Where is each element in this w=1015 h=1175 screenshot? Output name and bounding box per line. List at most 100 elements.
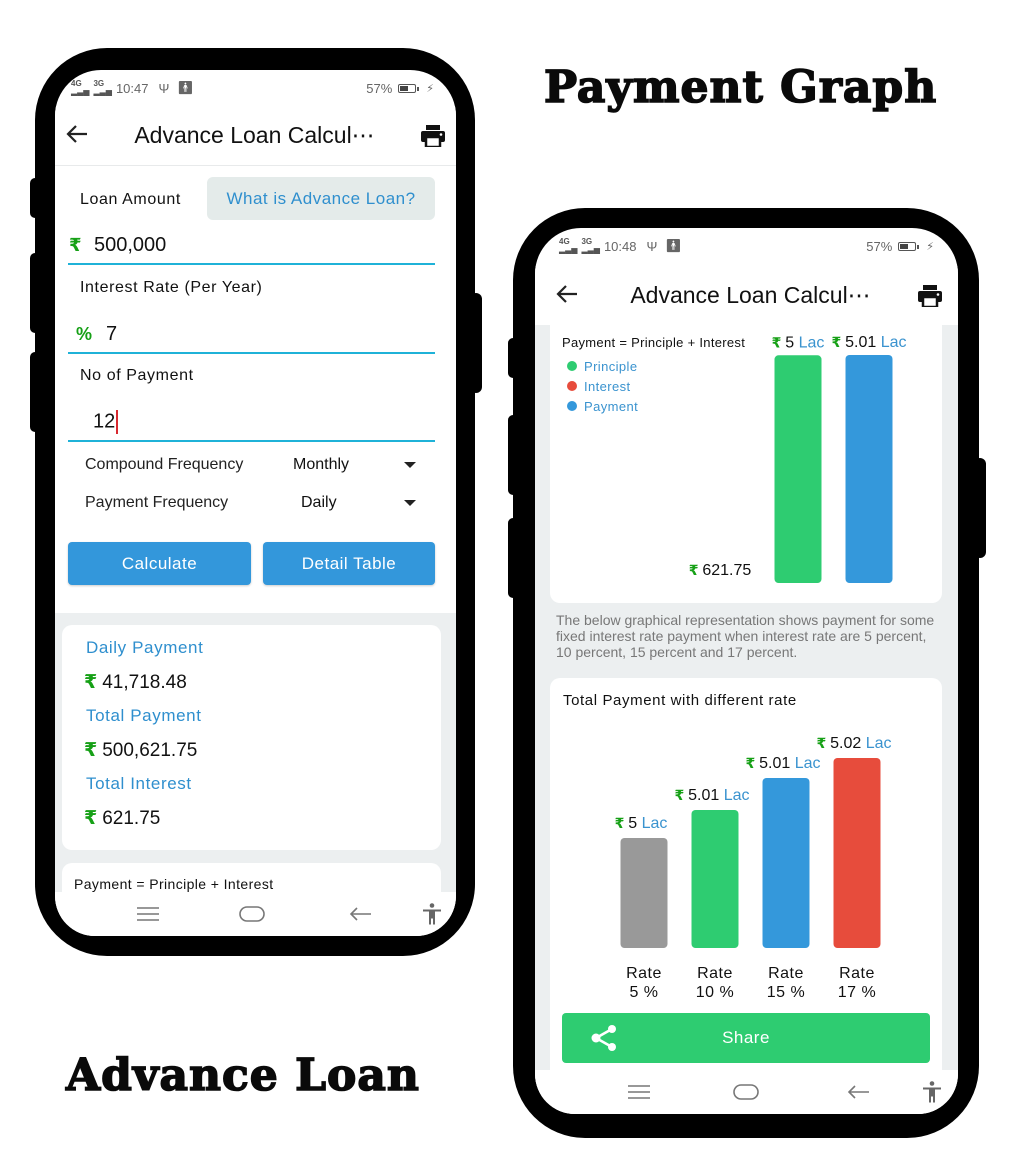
bar-label-unit: Lac — [719, 787, 749, 804]
interest-rate-input[interactable]: 7 — [106, 323, 117, 346]
formula-text: Payment = Principle + Interest — [74, 876, 274, 892]
status-time: 10:48 — [603, 238, 637, 254]
rupee-icon: ₹ — [84, 808, 98, 829]
text-cursor — [116, 410, 119, 434]
bar-rate-1 — [620, 838, 668, 948]
interest-rate-label: Interest Rate (Per Year) — [80, 279, 263, 296]
bar-payment — [845, 355, 893, 583]
usb-icon: Ψ — [646, 238, 658, 254]
share-icon — [591, 1025, 616, 1051]
loan-form: Loan Amount What is Advance Loan? ₹ 500,… — [55, 167, 456, 613]
promo-title-payment-graph: Payment Graph — [543, 61, 938, 114]
what-is-advance-loan-button[interactable]: What is Advance Loan? — [207, 177, 435, 220]
loan-amount-input[interactable]: 500,000 — [94, 234, 166, 257]
bar-label-unit: Lac — [637, 815, 667, 832]
x-tick-label: 17 % — [838, 984, 876, 1001]
accessibility-status-icon: 🚹︎ — [665, 238, 682, 253]
bar-label-currency: ₹ — [745, 755, 759, 771]
menu-lines-icon[interactable] — [137, 907, 159, 921]
rupee-icon: ₹ — [84, 740, 98, 761]
interest-rate-field[interactable]: % 7 — [68, 316, 435, 354]
bar-value-label: ₹ 5 Lac — [615, 815, 668, 832]
bar-label-number: 5 — [785, 334, 794, 351]
no-of-payment-field[interactable]: 12 — [68, 404, 435, 442]
bar-label-unit: Lac — [794, 334, 824, 351]
print-button[interactable] — [410, 124, 456, 147]
share-button[interactable]: Share — [562, 1013, 930, 1063]
bar-label-currency: ₹ — [831, 334, 845, 350]
print-button[interactable] — [902, 284, 958, 307]
bar-rate-3 — [762, 778, 810, 948]
graph-scroll-area[interactable]: Payment = Principle + Interest Principle… — [535, 325, 958, 1070]
printer-icon — [918, 284, 942, 307]
bar-value-label: ₹ 5.01 Lac — [831, 334, 906, 351]
x-tick-label: Rate — [626, 965, 662, 982]
dropdown-arrow-icon[interactable] — [404, 462, 416, 468]
arrow-left-icon — [556, 285, 577, 303]
status-bar: 4G ▂▃▅ 3G ▂▃▅ 10:47 Ψ 🚹︎ 57% ⚡︎ — [55, 70, 456, 106]
x-tick-label: 15 % — [767, 984, 805, 1001]
graph-description: The below graphical representation shows… — [556, 612, 935, 660]
battery-icon — [398, 83, 420, 93]
back-button[interactable] — [535, 280, 599, 311]
battery-level — [900, 243, 909, 249]
detail-table-button[interactable]: Detail Table — [263, 542, 435, 585]
bar-label-currency: ₹ — [816, 735, 830, 751]
calculate-button[interactable]: Calculate — [68, 542, 251, 585]
no-of-payment-input[interactable]: 12 — [93, 410, 119, 434]
x-tick-label: 5 % — [629, 984, 658, 1001]
no-of-payment-label: No of Payment — [80, 367, 194, 384]
percent-icon: % — [76, 323, 93, 344]
accessibility-icon[interactable] — [923, 1081, 941, 1103]
x-tick-label: Rate — [697, 965, 733, 982]
back-arrow-icon[interactable] — [349, 907, 371, 921]
x-tick-label: Rate — [768, 965, 804, 982]
compound-frequency-select[interactable]: Monthly — [293, 456, 404, 474]
printer-icon — [421, 124, 445, 147]
dropdown-arrow-icon[interactable] — [404, 500, 416, 506]
result-card: Daily Payment ₹41,718.48 Total Payment ₹… — [62, 625, 441, 850]
accessibility-icon[interactable] — [423, 903, 441, 925]
home-pill-icon[interactable] — [239, 906, 265, 922]
payment-frequency-select[interactable]: Daily — [293, 494, 404, 512]
bar-label-currency: ₹ — [689, 562, 703, 578]
bar-value-label: ₹ 621.75 — [689, 562, 752, 579]
total-interest-value: ₹621.75 — [84, 808, 161, 829]
back-arrow-icon[interactable] — [847, 1085, 869, 1099]
payment-breakdown-chart: ₹ 621.75₹ 5 Lac ₹ 5.01 Lac — [689, 334, 907, 583]
bar-value-label: ₹ 5.02 Lac — [816, 735, 891, 752]
share-label: Share — [722, 1028, 770, 1047]
app-title: Advance Loan Calcul⋯ — [134, 122, 375, 148]
app-bar: Advance Loan Calcul⋯ — [55, 106, 456, 166]
menu-lines-icon[interactable] — [628, 1085, 650, 1099]
rate-comparison-card: Total Payment with different rate ₹ 5 La… — [550, 678, 942, 1070]
usb-icon: Ψ — [158, 80, 170, 96]
accessibility-status-icon: 🚹︎ — [177, 80, 194, 95]
system-nav-bar — [535, 1070, 958, 1114]
total-payment-label: Total Payment — [86, 706, 202, 725]
bar-value-label: ₹ 5 Lac — [772, 334, 825, 351]
charging-icon: ⚡︎ — [926, 240, 934, 253]
app-bar: Advance Loan Calcul⋯ — [535, 266, 958, 326]
battery-percent: 57% — [366, 80, 393, 96]
rate-comparison-chart: ₹ 5 Lac Rate 5 % ₹ 5.01 Lac Rate 10 % ₹ 5.01 L… — [615, 735, 892, 1001]
battery-icon — [898, 241, 920, 251]
x-tick-label: 10 % — [696, 984, 734, 1001]
charging-icon: ⚡︎ — [426, 82, 434, 95]
arrow-left-icon — [66, 125, 87, 143]
bar-rate-4 — [833, 758, 881, 948]
payment-frequency-row: Payment Frequency Daily — [85, 490, 416, 516]
bar-label-number: 5.01 — [688, 787, 719, 804]
home-pill-icon[interactable] — [733, 1084, 759, 1100]
loan-amount-label: Loan Amount — [80, 191, 181, 208]
bar-label-unit: Lac — [876, 334, 906, 351]
signal-4g-icon: 4G ▂▃▅ — [559, 237, 578, 254]
promo-title-advance-loan: Advance Loan — [65, 1049, 420, 1102]
payment-frequency-label: Payment Frequency — [85, 494, 229, 511]
bar-value-label: ₹ 5.01 Lac — [674, 787, 749, 804]
bar-label-unit: Lac — [790, 755, 820, 772]
total-interest-label: Total Interest — [86, 774, 192, 793]
back-button[interactable] — [55, 120, 99, 151]
loan-amount-field[interactable]: ₹ 500,000 — [68, 227, 435, 265]
status-bar: 4G ▂▃▅ 3G ▂▃▅ 10:48 Ψ 🚹︎ 57% ⚡︎ — [535, 228, 958, 264]
